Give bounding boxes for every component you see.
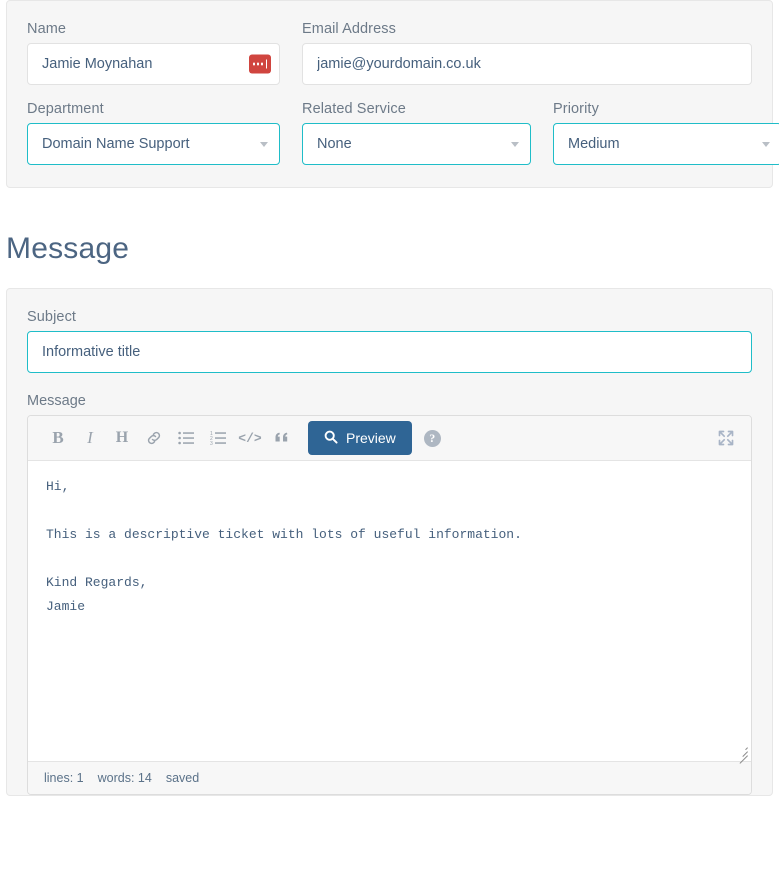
ordered-list-icon[interactable]: 1 2 3 xyxy=(202,422,234,454)
email-label: Email Address xyxy=(302,21,396,37)
name-input[interactable] xyxy=(27,43,280,85)
heading-icon[interactable]: H xyxy=(106,422,138,454)
code-icon[interactable]: </> xyxy=(234,422,266,454)
details-row-1: Name Email Address xyxy=(27,21,752,85)
priority-field-group: Priority Medium xyxy=(553,101,779,165)
status-words: words: 14 xyxy=(97,771,152,785)
status-saved: saved xyxy=(165,771,200,785)
priority-label: Priority xyxy=(553,101,599,117)
name-label: Name xyxy=(27,21,67,37)
help-circle-icon[interactable]: ? xyxy=(423,429,441,447)
name-field-group: Name xyxy=(27,21,280,85)
svg-text:3: 3 xyxy=(210,441,213,445)
priority-select[interactable]: Medium xyxy=(553,123,779,165)
email-field-group: Email Address xyxy=(302,21,752,85)
message-body-text: Hi, This is a descriptive ticket with lo… xyxy=(46,479,522,614)
priority-select-wrap: Medium xyxy=(553,123,779,165)
email-input[interactable] xyxy=(302,43,752,85)
department-label: Department xyxy=(27,101,104,117)
status-lines: lines: 1 xyxy=(44,771,84,785)
department-select-wrap: Domain Name Support xyxy=(27,123,280,165)
bold-icon[interactable]: B xyxy=(42,422,74,454)
link-icon[interactable] xyxy=(138,422,170,454)
italic-icon[interactable]: I xyxy=(74,422,106,454)
markdown-editor: B I H 1 2 3 </> Preview ? Hi, This is a … xyxy=(27,415,752,795)
message-label: Message xyxy=(27,393,86,409)
subject-input[interactable] xyxy=(27,331,752,373)
department-select[interactable]: Domain Name Support xyxy=(27,123,280,165)
message-section-heading: Message xyxy=(6,232,130,265)
message-textarea[interactable]: Hi, This is a descriptive ticket with lo… xyxy=(28,461,751,764)
fullscreen-expand-icon[interactable] xyxy=(715,427,737,449)
subject-label: Subject xyxy=(27,309,77,325)
message-card: Subject Message B I H xyxy=(6,288,773,796)
related-service-field-group: Related Service None xyxy=(302,101,531,165)
preview-button-label: Preview xyxy=(346,430,396,446)
editor-toolbar: B I H 1 2 3 </> Preview ? xyxy=(28,416,751,461)
editor-statusbar: lines: 1 words: 14 saved xyxy=(28,761,751,794)
department-field-group: Department Domain Name Support xyxy=(27,101,280,165)
textarea-resize-handle[interactable] xyxy=(735,745,748,764)
related-service-label: Related Service xyxy=(302,101,406,117)
preview-button[interactable]: Preview xyxy=(308,421,412,455)
lastpass-fill-icon[interactable] xyxy=(249,54,271,74)
email-input-wrap xyxy=(302,43,752,85)
related-service-select[interactable]: None xyxy=(302,123,531,165)
related-service-select-wrap: None xyxy=(302,123,531,165)
quote-icon[interactable] xyxy=(266,422,298,454)
unordered-list-icon[interactable] xyxy=(170,422,202,454)
ticket-details-card: Name Email Address Department Domain Nam… xyxy=(6,0,779,188)
name-input-wrap xyxy=(27,43,280,85)
search-icon xyxy=(324,430,338,447)
details-row-2: Department Domain Name Support Related S… xyxy=(27,101,779,165)
